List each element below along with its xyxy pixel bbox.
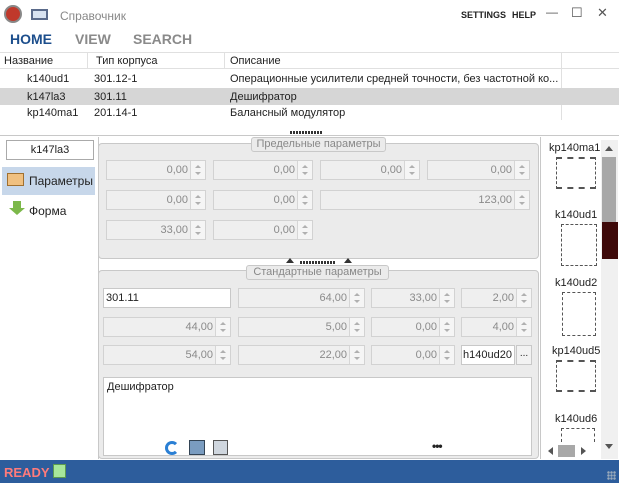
thumbnails-divider [540, 137, 541, 459]
std-param-input[interactable]: 33,00 [371, 288, 455, 308]
limit-param-input[interactable]: 0,00 [213, 160, 313, 180]
scroll-down-arrow[interactable] [605, 444, 613, 449]
splitter-grip[interactable] [290, 131, 323, 134]
std-param-input[interactable]: 54,00 [103, 345, 231, 365]
analog-field[interactable]: h140ud20 [461, 345, 515, 365]
circuit-thumbnail[interactable] [561, 428, 595, 442]
status-bar [0, 460, 619, 483]
std-param-input[interactable]: 5,00 [238, 317, 365, 337]
circuit-thumbnail[interactable] [562, 292, 596, 336]
row-desc: Балансный модулятор [230, 107, 346, 119]
header-desc[interactable]: Описание [230, 55, 281, 67]
limit-params-title: Предельные параметры [251, 137, 386, 152]
col-divider [87, 52, 88, 69]
limit-param-input[interactable]: 123,00 [320, 190, 530, 210]
case-type-input[interactable]: 301.11 [103, 288, 231, 308]
std-param-input[interactable]: 64,00 [238, 288, 365, 308]
description-text: Дешифратор [107, 381, 174, 393]
status-ready: READY [4, 465, 50, 480]
status-indicator-icon [53, 464, 66, 478]
std-param-input[interactable]: 0,00 [371, 345, 455, 365]
part-name-field[interactable]: k147la3 [6, 140, 94, 160]
row-name: k140ud1 [27, 73, 70, 85]
scroll-up-arrow[interactable] [605, 146, 613, 151]
more-dots[interactable]: ••• [432, 439, 443, 453]
scrollbar-thumb-shadow [602, 222, 618, 259]
nav-view[interactable]: VIEW [75, 31, 111, 47]
row-name: k147la3 [27, 91, 66, 103]
analog-browse-button[interactable]: ... [516, 345, 532, 365]
window-title: Справочник [60, 9, 126, 23]
app-icon[interactable] [4, 5, 22, 23]
monitor-icon[interactable] [31, 9, 48, 20]
hscroll-right-arrow[interactable] [581, 447, 586, 455]
hscroll-left-arrow[interactable] [548, 447, 553, 455]
std-param-input[interactable]: 2,00 [461, 288, 532, 308]
close-button[interactable]: ✕ [597, 5, 608, 21]
limit-param-input[interactable]: 0,00 [320, 160, 420, 180]
thumb-label[interactable]: k140ud6 [555, 413, 597, 425]
row-case: 301.12-1 [94, 73, 138, 85]
limit-param-input[interactable]: 0,00 [106, 190, 206, 210]
refresh-icon[interactable] [165, 441, 179, 455]
limit-param-input[interactable]: 0,00 [213, 220, 313, 240]
std-param-input[interactable]: 0,00 [371, 317, 455, 337]
minimize-button[interactable]: — [546, 5, 558, 19]
scrollbar-thumb[interactable] [602, 157, 616, 222]
help-button[interactable]: HELP [512, 10, 536, 20]
col-divider [224, 52, 225, 69]
thumb-label[interactable]: kp140ud5 [552, 345, 600, 357]
collapse-up-icon[interactable] [286, 258, 294, 263]
settings-button[interactable]: SETTINGS [461, 10, 506, 20]
limit-param-input[interactable]: 0,00 [106, 160, 206, 180]
std-param-input[interactable]: 44,00 [103, 317, 231, 337]
down-arrow-icon [9, 201, 25, 215]
limit-param-input[interactable]: 0,00 [427, 160, 530, 180]
thumb-label[interactable]: k140ud2 [555, 277, 597, 289]
circuit-thumbnail[interactable] [556, 360, 596, 392]
add-image-icon[interactable] [189, 440, 205, 455]
table-row-selected[interactable] [0, 88, 619, 105]
sidebar-params-label: Параметры [29, 174, 93, 188]
nav-home[interactable]: HOME [10, 31, 52, 47]
row-desc: Операционные усилители средней точности,… [230, 73, 559, 85]
circuit-thumbnail[interactable] [561, 224, 597, 266]
row-desc: Дешифратор [230, 91, 297, 103]
id-card-icon [7, 173, 24, 186]
nav-search[interactable]: SEARCH [133, 31, 192, 47]
row-case: 301.11 [94, 91, 127, 103]
row-case: 201.14-1 [94, 107, 138, 119]
row-name: kp140ma1 [27, 107, 79, 119]
limit-param-input[interactable]: 33,00 [106, 220, 206, 240]
collapse-up-icon[interactable] [344, 258, 352, 263]
zoom-icon[interactable] [213, 440, 228, 455]
std-params-title: Стандартные параметры [246, 265, 389, 280]
resize-grip-icon[interactable] [607, 471, 616, 480]
std-param-input[interactable]: 4,00 [461, 317, 532, 337]
splitter-line [0, 135, 619, 136]
limit-param-input[interactable]: 0,00 [213, 190, 313, 210]
circuit-thumbnail[interactable] [556, 157, 596, 189]
thumb-label[interactable]: k140ud1 [555, 209, 597, 221]
hscrollbar-thumb[interactable] [558, 445, 575, 457]
std-param-input[interactable]: 22,00 [238, 345, 365, 365]
header-name[interactable]: Название [4, 55, 53, 67]
sidebar-item-form[interactable]: Форма [29, 204, 66, 218]
thumb-label[interactable]: kp140ma1 [549, 142, 600, 154]
table-header [0, 52, 619, 69]
maximize-button[interactable]: ☐ [571, 5, 583, 21]
splitter-grip[interactable] [300, 261, 336, 264]
header-case[interactable]: Тип корпуса [96, 55, 158, 67]
